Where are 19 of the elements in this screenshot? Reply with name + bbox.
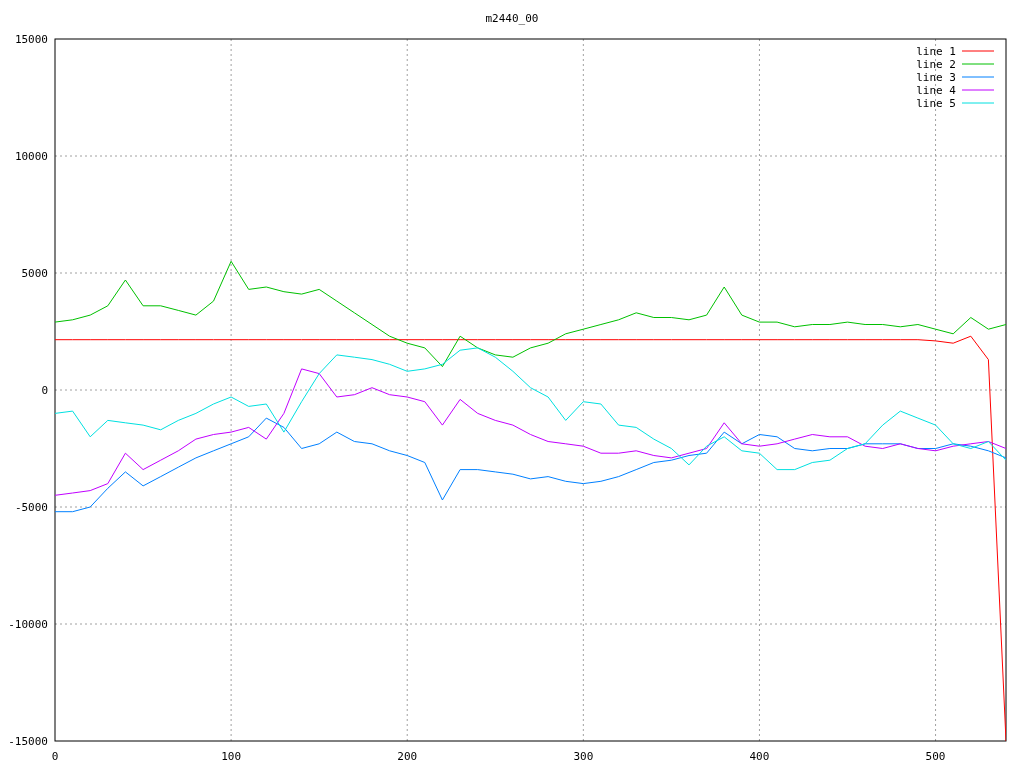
legend-label: line 3 <box>916 71 956 84</box>
x-tick-label: 200 <box>397 750 418 763</box>
legend-label: line 4 <box>916 84 956 97</box>
x-tick-label: 500 <box>925 750 946 763</box>
legend-label: line 1 <box>916 45 956 58</box>
y-tick-label: -10000 <box>8 618 48 631</box>
x-tick-label: 0 <box>51 750 59 763</box>
x-tick-label: 100 <box>221 750 242 763</box>
y-tick-label: 10000 <box>14 150 48 163</box>
y-tick-label: 0 <box>41 384 48 397</box>
x-tick-label: 300 <box>573 750 594 763</box>
y-tick-label: -15000 <box>8 735 48 748</box>
y-tick-label: -5000 <box>14 501 48 514</box>
x-tick-label: 400 <box>749 750 770 763</box>
y-tick-label: 5000 <box>21 267 48 280</box>
y-tick-label: 15000 <box>14 33 48 46</box>
chart-title: m2440_00 <box>485 12 539 25</box>
legend-label: line 2 <box>916 58 956 71</box>
legend-label: line 5 <box>916 97 956 110</box>
